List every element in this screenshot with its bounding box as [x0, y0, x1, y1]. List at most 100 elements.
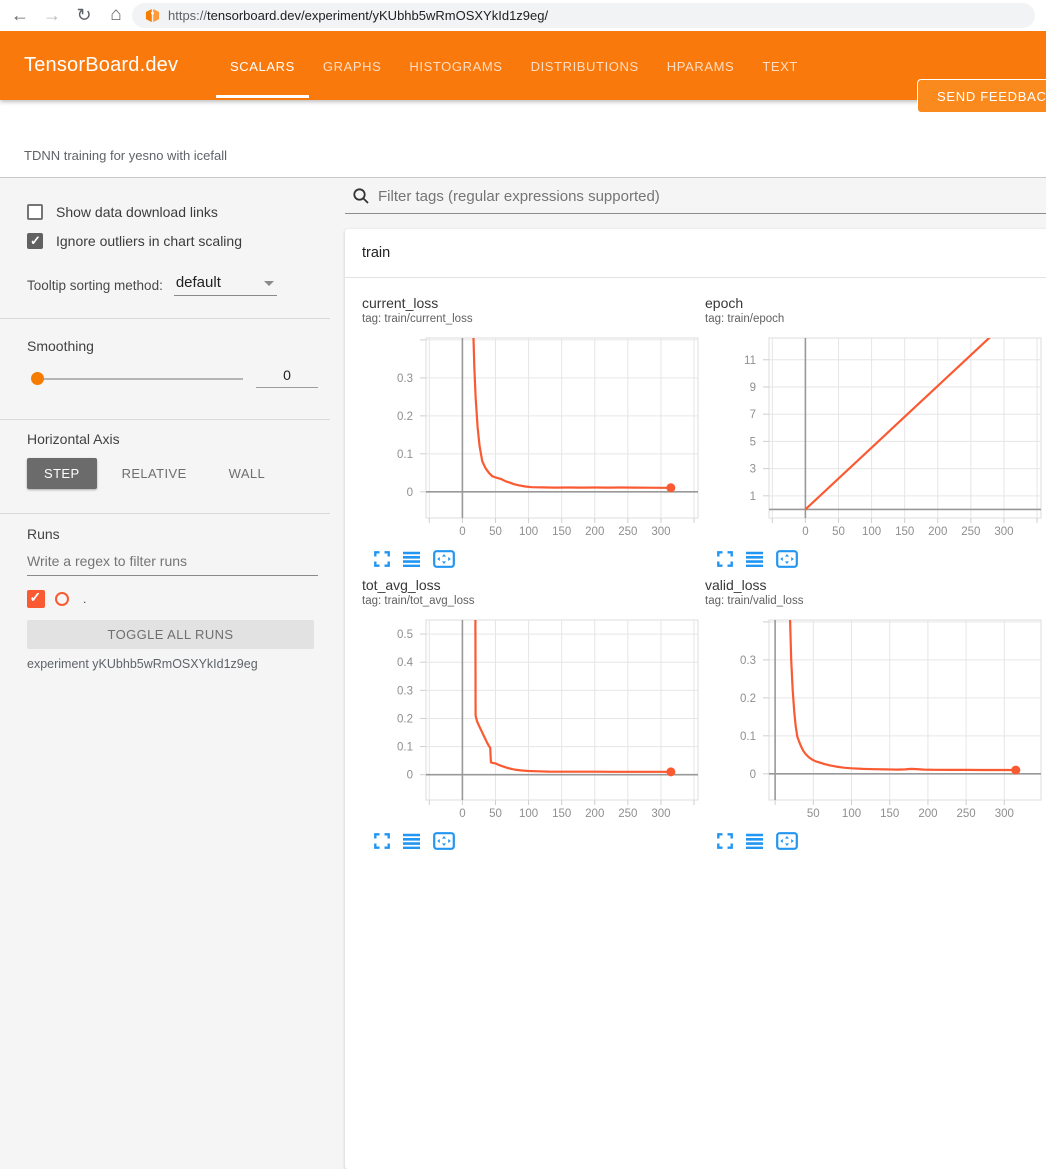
fullscreen-icon[interactable]	[374, 833, 390, 849]
svg-text:150: 150	[552, 808, 571, 818]
url-text: https://tensorboard.dev/experiment/yKUbh…	[168, 8, 548, 23]
run-checkbox-icon[interactable]	[27, 590, 45, 608]
svg-text:200: 200	[585, 526, 604, 536]
browser-toolbar: ← → ↻ ⌂ https://tensorboard.dev/experime…	[0, 0, 1046, 31]
log-scale-icon[interactable]	[746, 551, 763, 567]
chart-title: current_loss	[362, 295, 702, 312]
line-chart[interactable]: 5010015020025030000.10.20.3	[705, 616, 1043, 818]
fullscreen-icon[interactable]	[717, 833, 733, 849]
slider-track[interactable]	[37, 378, 243, 380]
chart-toolbar	[717, 829, 1045, 853]
chart-epoch: epoch tag: train/epoch 05010015020025030…	[705, 295, 1045, 571]
forward-icon[interactable]: →	[40, 2, 64, 28]
svg-text:0.3: 0.3	[397, 373, 413, 385]
svg-text:0.2: 0.2	[740, 693, 756, 705]
chart-title: valid_loss	[705, 577, 1045, 594]
divider	[0, 419, 330, 420]
svg-text:300: 300	[651, 526, 670, 536]
svg-text:50: 50	[489, 526, 502, 536]
fullscreen-icon[interactable]	[374, 551, 390, 567]
reload-icon[interactable]: ↻	[72, 2, 96, 28]
svg-text:0.1: 0.1	[397, 742, 413, 754]
experiment-id-label: experiment yKUbhb5wRmOSXYkId1z9eg	[27, 657, 258, 671]
run-list-item: .	[27, 590, 86, 608]
svg-text:150: 150	[880, 808, 899, 818]
svg-text:250: 250	[957, 808, 976, 818]
tensorboard-logo: TensorBoard.dev	[24, 31, 178, 100]
toggle-all-runs-button[interactable]: TOGGLE ALL RUNS	[27, 620, 314, 649]
line-chart[interactable]: 05010015020025030000.10.20.3	[362, 334, 700, 536]
tab-hparams[interactable]: HPARAMS	[653, 31, 749, 100]
chart-title: epoch	[705, 295, 1045, 312]
tab-graphs[interactable]: GRAPHS	[309, 31, 396, 100]
fullscreen-icon[interactable]	[717, 551, 733, 567]
svg-text:0.2: 0.2	[397, 713, 413, 725]
svg-text:5: 5	[750, 436, 756, 448]
tab-scalars[interactable]: SCALARS	[216, 31, 309, 100]
fit-domain-icon[interactable]	[433, 550, 455, 568]
fit-domain-icon[interactable]	[776, 550, 798, 568]
address-bar[interactable]: https://tensorboard.dev/experiment/yKUbh…	[132, 3, 1035, 28]
slider-knob[interactable]	[31, 372, 44, 385]
log-scale-icon[interactable]	[403, 833, 420, 849]
svg-text:250: 250	[618, 808, 637, 818]
svg-text:0.1: 0.1	[740, 731, 756, 743]
svg-text:1: 1	[750, 491, 756, 503]
smoothing-label: Smoothing	[27, 338, 94, 354]
fit-domain-icon[interactable]	[433, 832, 455, 850]
relative-button[interactable]: RELATIVE	[105, 458, 204, 489]
smoothing-value[interactable]: 0	[256, 367, 318, 388]
svg-text:0.2: 0.2	[397, 411, 413, 423]
fit-domain-icon[interactable]	[776, 832, 798, 850]
smoothing-slider: 0	[27, 371, 318, 387]
main-content: Filter tags (regular expressions support…	[345, 179, 1046, 825]
chart-valid-loss: valid_loss tag: train/valid_loss 5010015…	[705, 577, 1045, 853]
log-scale-icon[interactable]	[746, 833, 763, 849]
step-button[interactable]: STEP	[27, 458, 97, 489]
svg-text:300: 300	[651, 808, 670, 818]
svg-text:0.3: 0.3	[397, 685, 413, 697]
log-scale-icon[interactable]	[403, 551, 420, 567]
run-name: .	[83, 592, 86, 606]
run-color-swatch-icon[interactable]	[55, 592, 69, 606]
show-download-links-checkbox-row[interactable]: Show data download links	[27, 204, 218, 220]
line-chart[interactable]: 05010015020025030000.10.20.30.40.5	[362, 616, 700, 818]
svg-text:3: 3	[750, 464, 756, 476]
filter-tags-placeholder: Filter tags (regular expressions support…	[378, 188, 660, 205]
chart-tag: tag: train/current_loss	[362, 312, 702, 326]
chart-toolbar	[374, 547, 702, 571]
chart-current-loss: current_loss tag: train/current_loss 050…	[362, 295, 702, 571]
tooltip-sorting-select[interactable]: default	[174, 274, 277, 296]
svg-text:9: 9	[750, 382, 756, 394]
filter-tags-input[interactable]: Filter tags (regular expressions support…	[345, 179, 1046, 214]
home-icon[interactable]: ⌂	[104, 2, 128, 28]
svg-text:100: 100	[519, 526, 538, 536]
tab-distributions[interactable]: DISTRIBUTIONS	[517, 31, 653, 100]
checkbox-icon[interactable]	[27, 204, 43, 220]
tab-text[interactable]: TEXT	[748, 31, 812, 100]
train-group-card: train current_loss tag: train/current_lo…	[345, 229, 1046, 1169]
svg-text:0: 0	[802, 526, 808, 536]
svg-text:0.5: 0.5	[397, 629, 413, 641]
svg-text:0: 0	[407, 770, 413, 782]
back-icon[interactable]: ←	[8, 2, 32, 28]
ignore-outliers-checkbox-row[interactable]: Ignore outliers in chart scaling	[27, 233, 242, 249]
checkbox-icon[interactable]	[27, 233, 43, 249]
line-chart[interactable]: 0501001502002503001357911	[705, 334, 1043, 536]
chart-tag: tag: train/valid_loss	[705, 594, 1045, 608]
experiment-title-bar: TDNN training for yesno with icefall	[0, 100, 1046, 178]
wall-button[interactable]: WALL	[212, 458, 283, 489]
tooltip-sorting-label: Tooltip sorting method:	[27, 278, 163, 296]
app-header: TensorBoard.dev SCALARS GRAPHS HISTOGRAM…	[0, 31, 1046, 100]
experiment-title: TDNN training for yesno with icefall	[24, 148, 227, 163]
chart-toolbar	[717, 547, 1045, 571]
chart-tot-avg-loss: tot_avg_loss tag: train/tot_avg_loss 050…	[362, 577, 702, 853]
send-feedback-button[interactable]: SEND FEEDBACK	[917, 79, 1046, 113]
svg-text:300: 300	[995, 808, 1014, 818]
group-header-train[interactable]: train	[345, 229, 1046, 278]
tab-histograms[interactable]: HISTOGRAMS	[395, 31, 516, 100]
svg-text:7: 7	[750, 409, 756, 421]
runs-filter-input[interactable]: Write a regex to filter runs	[27, 553, 318, 576]
chevron-down-icon	[264, 281, 274, 286]
settings-sidebar: Show data download links Ignore outliers…	[0, 179, 330, 825]
